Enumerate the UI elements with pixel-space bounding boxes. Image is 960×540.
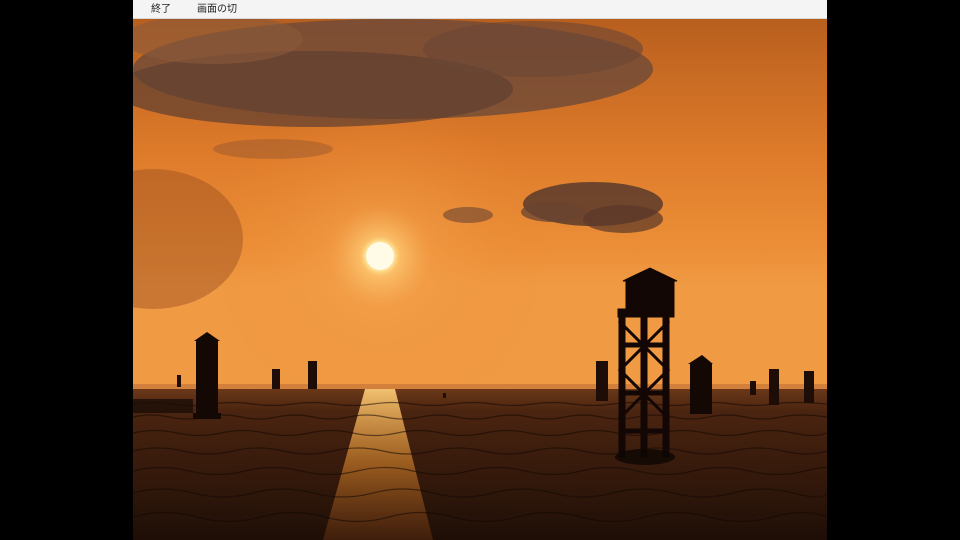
- menu-item-switch-screen[interactable]: 画面の切: [197, 0, 237, 19]
- sunset-photo: [133, 19, 827, 540]
- main-pile-tower: [617, 267, 678, 458]
- sun-disc: [366, 242, 394, 270]
- menu-bar: 終了 画面の切: [133, 0, 827, 19]
- left-pile-tower: [193, 332, 221, 419]
- image-viewer-window: 終了 画面の切: [133, 0, 827, 540]
- menu-item-exit[interactable]: 終了: [151, 0, 171, 19]
- tower-reflection: [615, 449, 675, 465]
- sea: [133, 389, 827, 540]
- right-pile-tower: [688, 355, 713, 414]
- jetty: [133, 399, 193, 413]
- desktop-screen: 終了 画面の切: [0, 0, 960, 540]
